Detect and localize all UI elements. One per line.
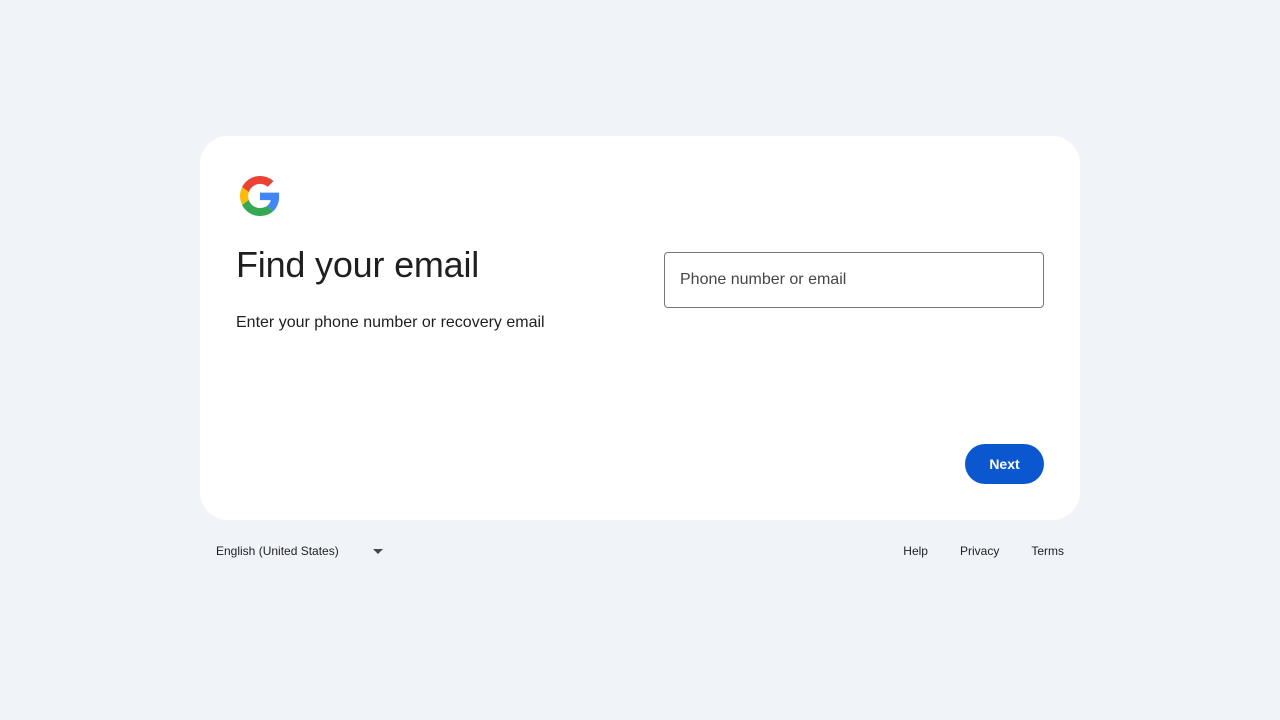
privacy-link[interactable]: Privacy: [944, 544, 1015, 558]
caret-down-icon: [373, 549, 383, 554]
help-link[interactable]: Help: [887, 544, 944, 558]
next-button[interactable]: Next: [965, 444, 1044, 484]
phone-or-email-input[interactable]: [665, 253, 1043, 307]
terms-link[interactable]: Terms: [1015, 544, 1080, 558]
language-selector[interactable]: English (United States): [200, 536, 400, 566]
footer-links: Help Privacy Terms: [887, 536, 1080, 566]
page-title: Find your email: [236, 244, 480, 285]
phone-or-email-field[interactable]: [664, 252, 1044, 308]
footer: English (United States) Help Privacy Ter…: [200, 536, 1080, 566]
google-logo-icon: [240, 176, 280, 216]
language-selector-label: English (United States): [216, 544, 339, 558]
find-email-card: Find your email Enter your phone number …: [200, 136, 1080, 520]
page-subtitle: Enter your phone number or recovery emai…: [236, 314, 545, 331]
